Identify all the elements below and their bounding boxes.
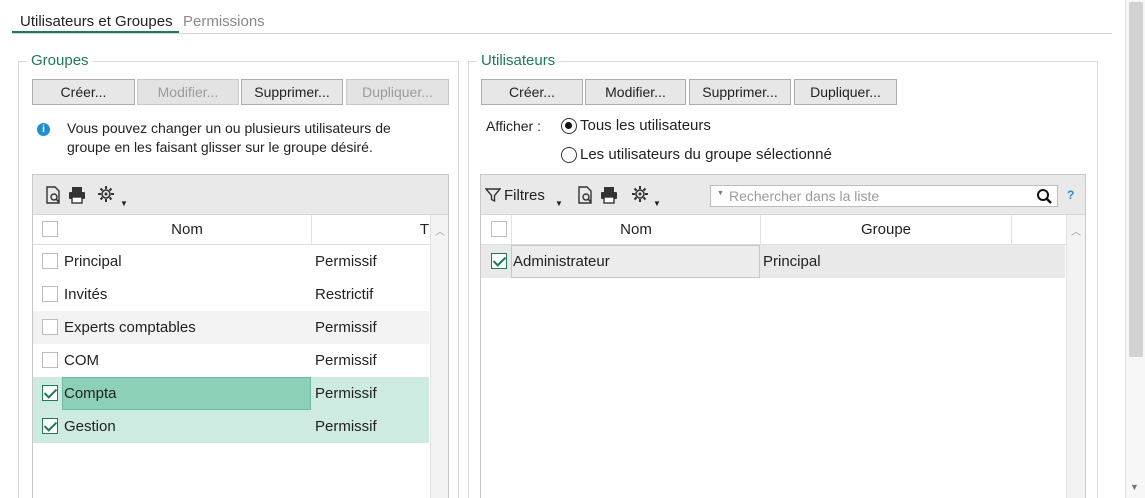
- edit-group-button[interactable]: Modifier...: [137, 79, 239, 105]
- drag-hint-text: Vous pouvez changer un ou plusieurs util…: [67, 119, 391, 157]
- group-row-checkbox[interactable]: [42, 286, 58, 302]
- create-group-button[interactable]: Créer...: [32, 79, 135, 105]
- users-grid-header: Nom Groupe: [481, 215, 1085, 245]
- group-row[interactable]: Principal Permissif: [33, 245, 429, 278]
- group-type: Restrictif: [315, 286, 374, 303]
- scroll-down-arrow-icon[interactable]: ▼: [1130, 482, 1139, 492]
- groups-grid: ▼ Nom T Principal Permissif Invités Rest…: [32, 174, 449, 498]
- info-icon: i: [37, 123, 50, 136]
- group-name: COM: [64, 352, 99, 369]
- tab-bar: Utilisateurs et Groupes Permissions: [12, 10, 1112, 34]
- filters-dropdown-caret-icon[interactable]: ▼: [555, 199, 563, 208]
- gear-icon[interactable]: [631, 185, 651, 205]
- tab-users-groups[interactable]: Utilisateurs et Groupes: [20, 13, 173, 30]
- scroll-up-arrow-icon[interactable]: ︿: [1071, 223, 1081, 238]
- user-name: Administrateur: [513, 253, 610, 270]
- groups-panel-title: Groupes: [27, 52, 93, 69]
- drag-hint-line-1: Vous pouvez changer un ou plusieurs util…: [67, 120, 391, 136]
- column-header-group[interactable]: Groupe: [761, 215, 1012, 245]
- page-scrollbar[interactable]: ▼: [1125, 0, 1145, 498]
- filters-button[interactable]: Filtres: [504, 187, 545, 204]
- column-header-name[interactable]: Nom: [63, 215, 312, 245]
- column-header-name[interactable]: Nom: [511, 215, 761, 245]
- group-row[interactable]: Invités Restrictif: [33, 278, 429, 311]
- magnifier-icon[interactable]: [1036, 188, 1053, 208]
- select-all-users-checkbox[interactable]: [491, 221, 507, 237]
- delete-user-button[interactable]: Supprimer...: [689, 79, 791, 105]
- group-row-checkbox[interactable]: [42, 418, 58, 434]
- group-row-checkbox[interactable]: [42, 319, 58, 335]
- group-row-selected[interactable]: Compta Permissif: [33, 377, 429, 410]
- groups-grid-toolbar: ▼: [33, 175, 448, 215]
- user-row-checkbox[interactable]: [491, 253, 507, 269]
- group-row[interactable]: COM Permissif: [33, 344, 429, 377]
- users-grid: Filtres ▼ ▼ ▼ ? Nom Groupe Administrateu…: [480, 174, 1086, 498]
- user-row[interactable]: Administrateur Principal: [481, 245, 1065, 278]
- show-label: Afficher :: [486, 118, 541, 134]
- gear-icon[interactable]: [97, 185, 117, 205]
- group-type: Permissif: [315, 319, 377, 336]
- duplicate-user-button[interactable]: Dupliquer...: [794, 79, 897, 105]
- user-group: Principal: [763, 253, 821, 270]
- settings-dropdown-caret-icon[interactable]: ▼: [120, 199, 128, 208]
- column-header-type[interactable]: T: [312, 215, 432, 245]
- printer-icon[interactable]: [67, 185, 87, 205]
- drag-hint-line-2: groupe en les faisant glisser sur le gro…: [67, 139, 373, 155]
- group-row-selected[interactable]: Gestion Permissif: [33, 410, 429, 443]
- settings-dropdown-caret-icon[interactable]: ▼: [653, 199, 661, 208]
- group-name: Gestion: [64, 418, 116, 435]
- duplicate-group-button[interactable]: Dupliquer...: [346, 79, 449, 105]
- tab-permissions[interactable]: Permissions: [183, 13, 265, 30]
- radio-all-users-label[interactable]: Tous les utilisateurs: [580, 117, 711, 134]
- group-type: Permissif: [315, 352, 377, 369]
- group-row-checkbox[interactable]: [42, 253, 58, 269]
- group-name: Experts comptables: [64, 319, 196, 336]
- scroll-up-arrow-icon[interactable]: ︿: [435, 223, 445, 238]
- radio-group-users-label[interactable]: Les utilisateurs du groupe sélectionné: [580, 146, 832, 163]
- users-panel-title: Utilisateurs: [477, 52, 560, 69]
- users-grid-scrollbar[interactable]: ︿: [1066, 215, 1085, 498]
- help-icon[interactable]: ?: [1067, 188, 1074, 202]
- group-type: Permissif: [315, 385, 377, 402]
- print-preview-icon[interactable]: [575, 185, 595, 205]
- radio-group-users[interactable]: [561, 147, 577, 163]
- print-preview-icon[interactable]: [43, 185, 63, 205]
- group-type: Permissif: [315, 253, 377, 270]
- groups-grid-header: Nom T: [33, 215, 448, 245]
- group-row-checkbox[interactable]: [42, 385, 58, 401]
- search-box[interactable]: ▼: [710, 185, 1058, 207]
- page-scrollbar-thumb[interactable]: [1129, 2, 1143, 357]
- group-row[interactable]: Experts comptables Permissif: [33, 311, 429, 344]
- search-input[interactable]: [729, 188, 1029, 204]
- group-name: Invités: [64, 286, 108, 303]
- select-all-groups-checkbox[interactable]: [42, 221, 58, 237]
- search-dropdown-caret-icon[interactable]: ▼: [717, 190, 724, 197]
- funnel-icon[interactable]: [484, 187, 505, 207]
- users-grid-toolbar: Filtres ▼ ▼ ▼ ?: [481, 175, 1085, 215]
- groups-grid-scrollbar[interactable]: ︿: [430, 215, 448, 498]
- radio-all-users[interactable]: [561, 118, 577, 134]
- active-tab-indicator: [12, 31, 179, 33]
- create-user-button[interactable]: Créer...: [481, 79, 583, 105]
- edit-user-button[interactable]: Modifier...: [585, 79, 686, 105]
- delete-group-button[interactable]: Supprimer...: [241, 79, 343, 105]
- group-name: Compta: [64, 385, 117, 402]
- group-type: Permissif: [315, 418, 377, 435]
- group-row-checkbox[interactable]: [42, 352, 58, 368]
- group-name: Principal: [64, 253, 122, 270]
- printer-icon[interactable]: [599, 185, 619, 205]
